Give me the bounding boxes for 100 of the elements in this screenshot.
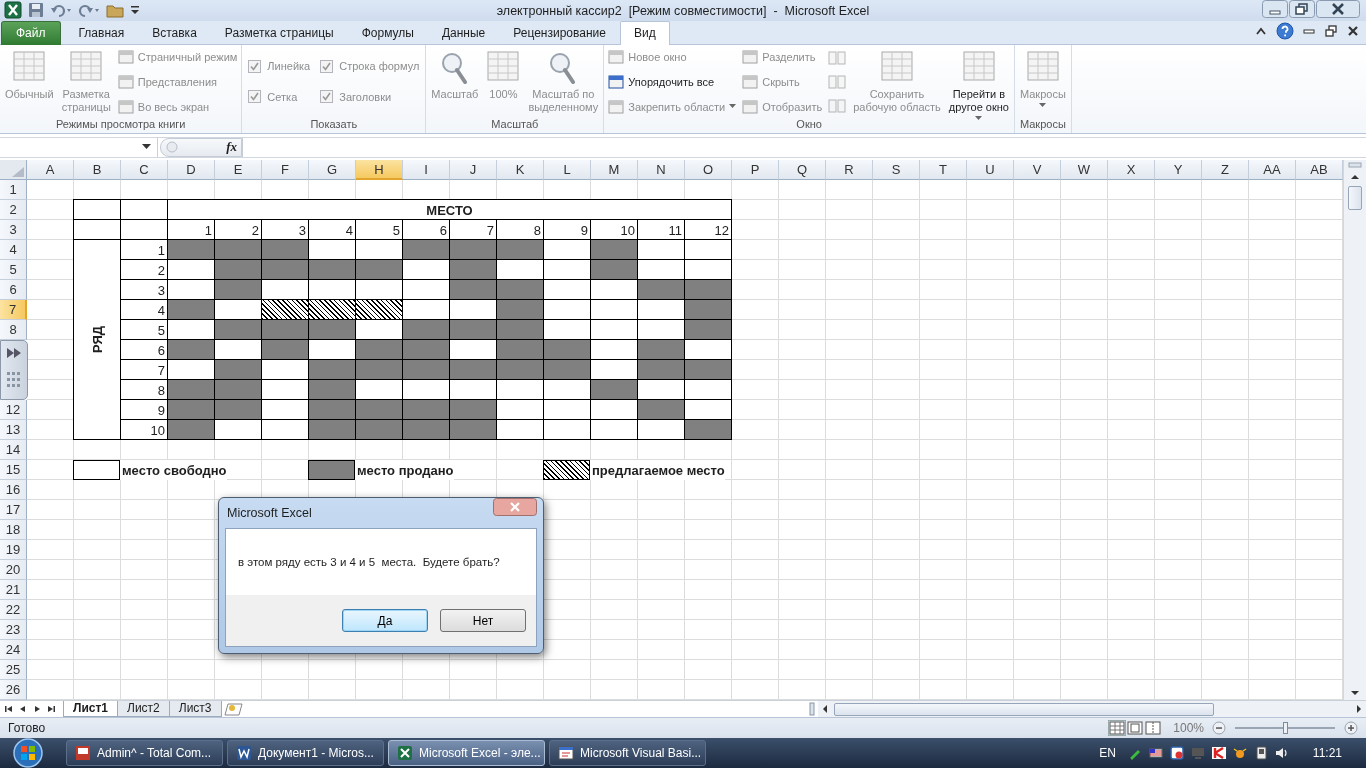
dialog-button[interactable]: Нет (440, 609, 526, 632)
vertical-scrollbar[interactable] (1343, 160, 1366, 701)
row-header[interactable]: 26 (0, 680, 27, 701)
column-header[interactable]: L (544, 160, 591, 181)
column-header[interactable]: P (732, 160, 779, 181)
scroll-thumb[interactable] (1348, 186, 1362, 211)
row-header[interactable]: 19 (0, 540, 27, 561)
ribbon-tab[interactable]: Вставка (138, 20, 211, 45)
row-header[interactable]: 21 (0, 580, 27, 601)
floating-toolbar[interactable] (0, 340, 28, 401)
row-header[interactable]: 25 (0, 660, 27, 681)
zoom-out-icon[interactable] (1212, 721, 1226, 736)
row-header[interactable]: 1 (0, 180, 27, 201)
row-header[interactable]: 16 (0, 480, 27, 501)
column-header[interactable]: V (1014, 160, 1061, 181)
row-header[interactable]: 7 (0, 300, 27, 321)
column-header[interactable]: G (309, 160, 356, 181)
row-header[interactable]: 2 (0, 200, 27, 221)
row-header[interactable]: 12 (0, 400, 27, 421)
column-header[interactable]: N (638, 160, 685, 181)
row-header[interactable]: 23 (0, 620, 27, 641)
row-header[interactable]: 6 (0, 280, 27, 301)
undo-icon[interactable] (50, 2, 72, 19)
redo-icon[interactable] (78, 2, 100, 19)
row-header[interactable]: 20 (0, 560, 27, 581)
insert-function-button[interactable]: fx (226, 139, 237, 156)
row-header[interactable]: 14 (0, 440, 27, 461)
zoom-level[interactable]: 100% (1173, 721, 1204, 736)
help-icon[interactable] (1276, 21, 1294, 40)
taskbar-button[interactable]: Microsoft Visual Basi... (549, 740, 706, 766)
ribbon-button[interactable]: Упорядочить все (608, 74, 737, 89)
ribbon-tab[interactable]: Главная (64, 20, 139, 45)
column-header[interactable]: AA (1249, 160, 1296, 181)
row-header[interactable]: 18 (0, 520, 27, 541)
page-break-icon[interactable] (1145, 721, 1162, 736)
column-header[interactable]: C (121, 160, 168, 181)
page-layout-icon[interactable] (1127, 721, 1144, 736)
column-header[interactable]: U (967, 160, 1014, 181)
horizontal-scrollbar[interactable] (818, 701, 1366, 718)
column-header[interactable]: K (497, 160, 544, 181)
column-header[interactable]: E (215, 160, 262, 181)
language-indicator[interactable]: EN (1099, 746, 1116, 760)
restore-icon[interactable] (1324, 23, 1338, 38)
column-header[interactable]: R (826, 160, 873, 181)
restore-button[interactable] (1289, 0, 1315, 18)
normal-view-icon[interactable] (1109, 721, 1126, 736)
ribbon-tab[interactable]: Разметка страницы (210, 20, 348, 45)
column-header[interactable]: H (356, 160, 403, 181)
column-header[interactable]: A (27, 160, 74, 181)
column-header[interactable]: AB (1296, 160, 1343, 181)
sheet-tab[interactable]: Лист2 (117, 701, 170, 718)
file-tab[interactable]: Файл (1, 20, 61, 45)
column-header[interactable]: J (450, 160, 497, 181)
scroll-thumb[interactable] (834, 702, 1214, 716)
save-icon[interactable] (28, 2, 44, 19)
shield-icon[interactable] (1168, 745, 1185, 761)
column-header[interactable]: D (168, 160, 215, 181)
row-header[interactable]: 13 (0, 420, 27, 441)
sparkle-icon[interactable] (1231, 745, 1248, 761)
fast-forward-icon[interactable] (5, 346, 23, 361)
close-button[interactable] (493, 498, 537, 516)
ribbon-tab[interactable]: Данные (427, 20, 500, 45)
sheet-tab[interactable]: Лист1 (63, 701, 119, 718)
clock[interactable]: 11:21 (1312, 746, 1342, 760)
taskbar-button[interactable]: Microsoft Excel - эле... (388, 740, 545, 766)
column-header[interactable]: Z (1202, 160, 1249, 181)
column-header[interactable]: Q (779, 160, 826, 181)
row-header[interactable]: 5 (0, 260, 27, 281)
row-header[interactable]: 3 (0, 220, 27, 241)
dropdown-icon[interactable] (142, 144, 151, 151)
row-header[interactable]: 15 (0, 460, 27, 481)
row-header[interactable]: 24 (0, 640, 27, 661)
row-header[interactable]: 22 (0, 600, 27, 621)
column-header[interactable]: S (873, 160, 920, 181)
column-header[interactable]: T (920, 160, 967, 181)
taskbar-button[interactable]: Admin^ - Total Com... (66, 740, 223, 766)
dialog-button[interactable]: Да (342, 609, 428, 632)
row-header[interactable]: 8 (0, 320, 27, 341)
antivirus-icon[interactable] (1210, 745, 1227, 761)
ribbon-button[interactable]: Перейти в другое окно (945, 47, 1012, 118)
column-header[interactable]: O (685, 160, 732, 181)
column-header[interactable]: X (1108, 160, 1155, 181)
ribbon-tab[interactable]: Рецензирование (499, 20, 620, 45)
ribbon-tab[interactable]: Формулы (347, 20, 428, 45)
taskbar-button[interactable]: Документ1 - Micros... (227, 740, 384, 766)
column-header[interactable]: W (1061, 160, 1108, 181)
volume-icon[interactable] (1273, 745, 1290, 761)
column-header[interactable]: M (591, 160, 638, 181)
slider-thumb[interactable] (1283, 722, 1288, 735)
insert-sheet-icon[interactable] (221, 702, 246, 717)
tab-split-handle-icon[interactable] (809, 702, 815, 717)
column-header[interactable]: Y (1155, 160, 1202, 181)
sheet-tab[interactable]: Лист3 (168, 701, 222, 718)
close-button[interactable] (1316, 0, 1360, 18)
row-header[interactable]: 4 (0, 240, 27, 261)
zoom-in-icon[interactable] (1344, 721, 1358, 736)
flag-icon[interactable] (1147, 745, 1164, 761)
ribbon-tab[interactable]: Вид (619, 20, 670, 45)
column-header[interactable]: I (403, 160, 450, 181)
split-handle-icon[interactable] (1348, 162, 1362, 169)
